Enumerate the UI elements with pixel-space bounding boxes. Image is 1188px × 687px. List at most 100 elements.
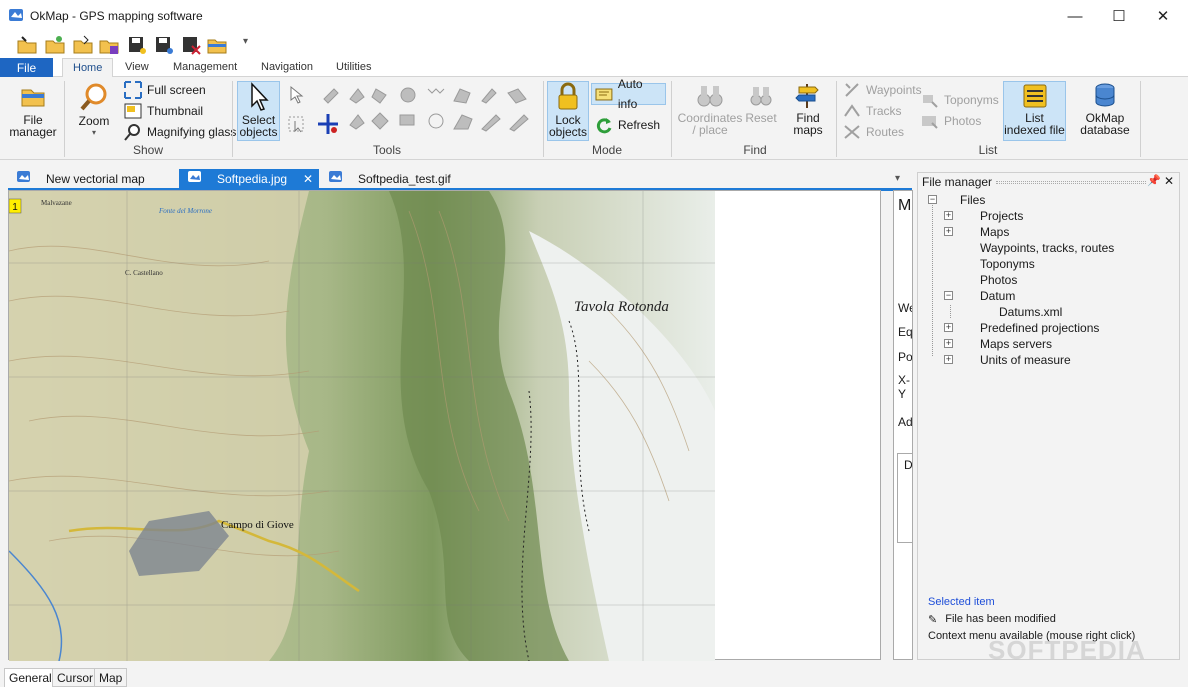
tab-cursor[interactable]: Cursor <box>52 668 99 687</box>
lock-objects-button[interactable]: Lock objects <box>547 81 589 141</box>
header-grip <box>996 181 1146 184</box>
reset-button[interactable]: Reset <box>744 82 778 140</box>
tab-map[interactable]: Map <box>94 668 128 687</box>
map-label-malvazane: Malvazane <box>41 199 72 207</box>
find-group-label: Find <box>743 143 767 157</box>
zoom-label: Zoom <box>78 114 110 128</box>
tracks-button[interactable]: Tracks <box>842 101 902 121</box>
customize-qat-icon[interactable]: ▾ <box>243 36 248 47</box>
pin-icon[interactable]: 📌 <box>1147 174 1161 187</box>
tree-expander[interactable]: − <box>928 195 937 204</box>
tree-expander[interactable]: − <box>944 291 953 300</box>
drawing-tools-grid <box>320 85 540 133</box>
tree-guide <box>950 305 951 318</box>
save-gps-icon[interactable] <box>180 34 202 56</box>
open-map-icon[interactable] <box>44 34 66 56</box>
tab-navigation[interactable]: Navigation <box>251 58 323 77</box>
open-gps-icon[interactable] <box>98 34 120 56</box>
select-objects-label: Select objects <box>239 113 278 139</box>
tree-item-waypoints[interactable]: Waypoints, tracks, routes <box>980 240 1114 256</box>
full-screen-button[interactable]: Full screen <box>123 80 206 100</box>
file-manager-button[interactable]: File manager <box>6 82 60 140</box>
waypoints-icon <box>845 83 859 97</box>
refresh-button[interactable]: Refresh <box>594 115 660 135</box>
close-panel-icon[interactable]: ✕ <box>1164 174 1174 188</box>
file-manager-label: File manager <box>9 113 57 139</box>
props-row: We <box>898 301 912 315</box>
tree-expander[interactable]: + <box>944 227 953 236</box>
refresh-icon <box>596 118 612 134</box>
tab-list-dropdown-icon[interactable]: ▾ <box>895 173 900 184</box>
title-bar: OkMap - GPS mapping software — ☐ ✕ <box>0 0 1188 32</box>
save-icon[interactable] <box>126 34 148 56</box>
group-separator <box>836 81 837 157</box>
thumbnail-icon <box>124 103 142 119</box>
waypoints-button[interactable]: Waypoints <box>842 80 922 100</box>
tree-label: Projects <box>980 209 1024 223</box>
list-indexed-file-button[interactable]: List indexed file <box>1003 81 1066 141</box>
tab-file[interactable]: File <box>0 58 53 77</box>
app-icon <box>8 7 25 24</box>
topographic-map-image[interactable]: 1 Tavola Rotonda Campo di Giove Malvazan… <box>9 191 715 661</box>
find-maps-button[interactable]: Find maps <box>786 82 830 140</box>
props-row: Po <box>898 350 913 364</box>
magnifying-glass-button[interactable]: Magnifying glass <box>123 122 236 142</box>
maximize-button[interactable]: ☐ <box>1096 0 1142 32</box>
tree-item-datums-xml[interactable]: Datums.xml <box>999 304 1062 320</box>
save-as-icon[interactable] <box>153 34 175 56</box>
props-row: Eq <box>898 325 913 339</box>
open-project-icon[interactable] <box>72 34 94 56</box>
okmap-database-button[interactable]: OkMap database <box>1075 82 1135 140</box>
binoculars-icon <box>697 86 723 107</box>
magnifying-glass-icon <box>124 124 140 141</box>
close-tab-icon[interactable]: ✕ <box>303 169 313 189</box>
auto-info-button[interactable]: Auto info <box>591 77 666 111</box>
doc-tab-softpedia-jpg[interactable]: Softpedia.jpg ✕ <box>179 169 319 189</box>
routes-button[interactable]: Routes <box>842 122 904 142</box>
tree-expander[interactable]: + <box>944 355 953 364</box>
tab-management[interactable]: Management <box>163 58 247 77</box>
group-separator <box>543 81 544 157</box>
auto-info-label: Auto info <box>617 77 643 111</box>
toponyms-button[interactable]: Toponyms <box>920 90 999 110</box>
tree-item-photos[interactable]: Photos <box>980 272 1017 288</box>
tree-expander[interactable]: + <box>944 323 953 332</box>
doc-tab-label: New vectorial map <box>46 172 145 186</box>
coordinates-place-label: Coordinates / place <box>677 111 743 137</box>
ribbon: File manager Zoom ▾ Full screen Thumbnai… <box>0 77 1188 160</box>
close-button[interactable]: ✕ <box>1140 0 1186 32</box>
tracks-label: Tracks <box>866 104 902 118</box>
zoom-button[interactable]: Zoom ▾ <box>70 82 118 140</box>
map-viewport[interactable]: 1 Tavola Rotonda Campo di Giove Malvazan… <box>8 190 881 661</box>
props-box: D <box>897 453 912 543</box>
minimize-button[interactable]: — <box>1052 0 1098 32</box>
magnifier-icon <box>80 83 107 111</box>
folder-icon[interactable] <box>206 34 228 56</box>
select-objects-button[interactable]: Select objects <box>237 81 280 141</box>
tree-item-toponyms[interactable]: Toponyms <box>980 256 1035 272</box>
photos-button[interactable]: Photos <box>920 111 981 131</box>
map-label-campo-di-giove: Campo di Giove <box>221 519 294 531</box>
doc-tab-new-vectorial-map[interactable]: New vectorial map <box>14 169 174 189</box>
tree-expander[interactable]: + <box>944 339 953 348</box>
map-doc-icon <box>17 171 30 182</box>
softpedia-watermark: SOFTPEDIA <box>988 635 1146 665</box>
pencil-icon: ✎ <box>928 614 938 626</box>
open-folder-icon[interactable] <box>16 34 38 56</box>
thumbnail-button[interactable]: Thumbnail <box>123 101 203 121</box>
select-box-icon[interactable] <box>287 115 307 138</box>
mode-group-label: Mode <box>591 143 623 157</box>
tab-utilities[interactable]: Utilities <box>326 58 381 77</box>
tab-view[interactable]: View <box>115 58 159 77</box>
coordinates-place-button[interactable]: Coordinates / place <box>676 82 744 140</box>
tab-home[interactable]: Home <box>62 58 114 78</box>
full-screen-label: Full screen <box>147 83 206 97</box>
list-indexed-file-label: List indexed file <box>1004 111 1065 137</box>
select-area-icon[interactable] <box>287 85 307 108</box>
padlock-icon <box>558 82 578 110</box>
tree-expander[interactable]: + <box>944 211 953 220</box>
doc-tab-softpedia-test-gif[interactable]: Softpedia_test.gif <box>328 169 488 189</box>
ribbon-tab-bar: File Home View Management Navigation Uti… <box>0 58 1188 78</box>
tab-general[interactable]: General <box>4 668 57 687</box>
reset-label: Reset <box>745 111 777 125</box>
